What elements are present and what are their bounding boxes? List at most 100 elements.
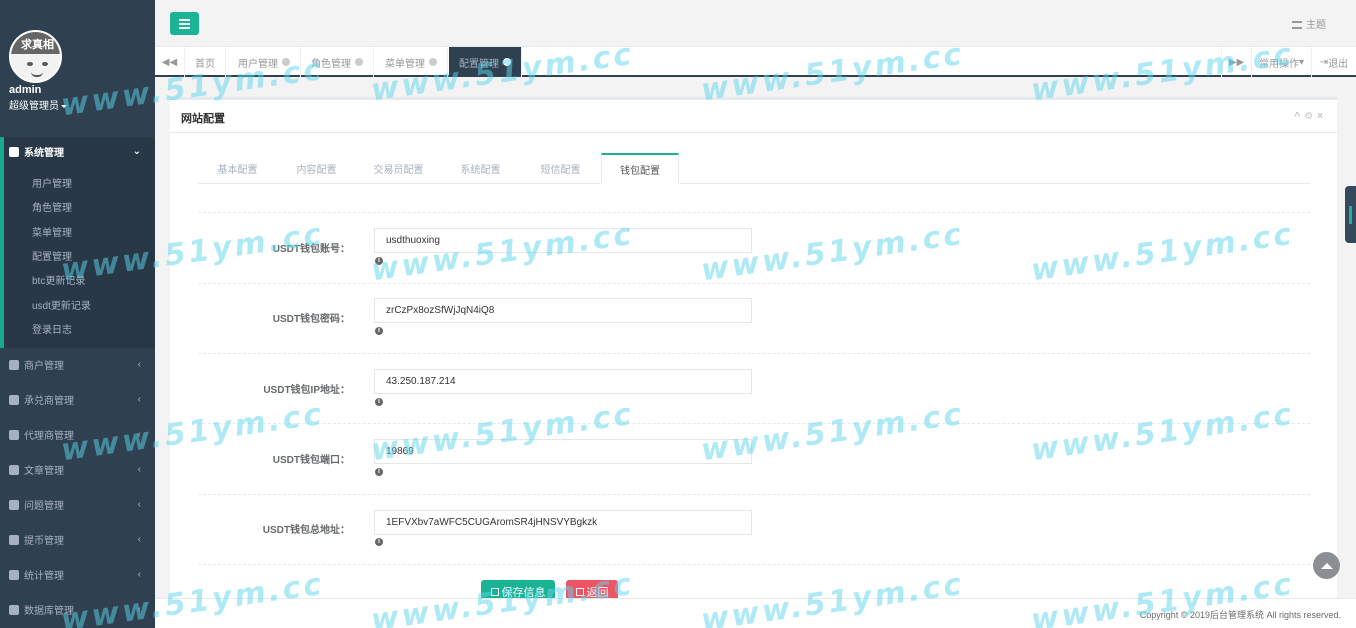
common-ops-label: 常用操作 — [1258, 58, 1299, 70]
tab-system[interactable]: 系统配置 — [441, 153, 520, 184]
username: admin — [9, 84, 42, 96]
save-icon — [490, 588, 499, 596]
field-label-address: USDT钱包总地址： — [262, 525, 350, 536]
logout-button[interactable]: ⇥ 退出 — [1311, 47, 1356, 77]
nav-sub-item-login-log[interactable]: 登录日志 — [32, 321, 72, 336]
nav-label: 数据库管理 — [24, 606, 74, 617]
wrench-icon[interactable]: ⚙ — [1304, 111, 1317, 122]
footer: Copyright © 2019后台管理系统 All rights reserv… — [155, 598, 1356, 628]
page-tabs-bar: ◀◀ 首页 用户管理 角色管理 菜单管理 配置管理 ▶▶ 常用操作 ▾ ⇥ 退出 — [155, 47, 1356, 77]
nav-acceptor[interactable]: 承兑商管理 ‹ — [0, 382, 155, 417]
nav-label: 商户管理 — [24, 361, 64, 372]
config-tabs: 基本配置 内容配置 交易员配置 系统配置 短信配置 钱包配置 — [198, 153, 1310, 184]
nav-agent[interactable]: 代理商管理 ‹ — [0, 417, 155, 452]
tab-sms[interactable]: 短信配置 — [520, 153, 601, 184]
tab-label: 角色管理 — [311, 58, 351, 70]
page-tab-user[interactable]: 用户管理 — [228, 47, 301, 77]
chevron-left-icon: ‹ — [137, 429, 141, 440]
nav-sub-item-config[interactable]: 配置管理 — [32, 248, 72, 263]
nav-merchant[interactable]: 商户管理 ‹ — [0, 347, 155, 382]
nav-article[interactable]: 文章管理 ‹ — [0, 452, 155, 487]
divider — [198, 564, 1310, 565]
caret-down-icon: ▾ — [1298, 56, 1305, 68]
chevron-down-icon: ⌄ — [132, 146, 141, 157]
info-icon: i — [375, 538, 383, 546]
chevron-left-icon: ‹ — [137, 604, 141, 615]
chevron-left-icon: ‹ — [137, 534, 141, 545]
panel-tools: ^⚙× — [1294, 111, 1327, 122]
close-icon[interactable]: × — [1317, 111, 1327, 122]
menu-toggle-button[interactable] — [170, 12, 199, 35]
nav-sub-item-usdt[interactable]: usdt更新记录 — [32, 297, 91, 312]
back-icon — [575, 588, 584, 596]
nav-label: 问题管理 — [24, 501, 64, 512]
nav-label: 系统管理 — [24, 148, 64, 159]
divider — [198, 212, 1310, 213]
avatar[interactable]: 求真相 — [9, 30, 62, 83]
tab-label: 菜单管理 — [385, 58, 425, 70]
avatar-mouth — [31, 72, 43, 77]
hamburger-icon — [179, 19, 190, 21]
nav-sub-item-user[interactable]: 用户管理 — [32, 175, 72, 190]
chart-icon — [9, 569, 19, 580]
copyright-text: Copyright © 2019后台管理系统 All rights reserv… — [1139, 610, 1341, 620]
page-tab-home[interactable]: 首页 — [185, 47, 226, 77]
nav-statistics[interactable]: 统计管理 ‹ — [0, 557, 155, 592]
nav-sub-item-menu[interactable]: 菜单管理 — [32, 224, 72, 239]
field-label-account: USDT钱包账号： — [272, 244, 350, 255]
usdt-port-input[interactable]: 19869 — [374, 439, 752, 464]
nav-database[interactable]: 数据库管理 ‹ — [0, 592, 155, 627]
close-icon[interactable] — [355, 58, 363, 66]
close-icon[interactable] — [282, 58, 290, 66]
home-icon — [1320, 562, 1333, 569]
right-side-handle[interactable] — [1345, 186, 1356, 243]
database-icon — [9, 604, 19, 615]
divider — [198, 423, 1310, 424]
field-label-password: USDT钱包密码： — [272, 314, 350, 325]
nav-system-management[interactable]: 系统管理 ⌄ — [0, 134, 155, 169]
divider — [198, 283, 1310, 284]
user-icon — [9, 359, 19, 370]
usdt-address-input[interactable]: 1EFVXbv7aWFC5CUGAromSR4jHNSVYBgkzk — [374, 510, 752, 535]
role-label: 超级管理员 — [9, 101, 59, 112]
scroll-right-button[interactable]: ▶▶ — [1221, 47, 1251, 77]
tab-basic[interactable]: 基本配置 — [198, 153, 277, 184]
page-tab-config[interactable]: 配置管理 — [449, 47, 522, 77]
nav-question[interactable]: 问题管理 ‹ — [0, 487, 155, 522]
tab-wallet[interactable]: 钱包配置 — [601, 153, 679, 184]
field-label-port: USDT钱包端口： — [272, 455, 350, 466]
hamburger-icon — [179, 23, 190, 25]
top-bar: 主题 — [155, 0, 1356, 47]
hamburger-icon — [179, 27, 190, 29]
avatar-eye-left — [27, 62, 33, 66]
page-tab-menu[interactable]: 菜单管理 — [375, 47, 448, 77]
tab-content[interactable]: 内容配置 — [277, 153, 356, 184]
user-icon — [9, 394, 19, 405]
usdt-ip-input[interactable]: 43.250.187.214 — [374, 369, 752, 394]
home-button[interactable] — [1313, 552, 1340, 579]
theme-button[interactable]: 主题 — [1292, 16, 1326, 31]
info-icon: i — [375, 468, 383, 476]
page-tab-role[interactable]: 角色管理 — [301, 47, 374, 77]
nav-withdraw[interactable]: 提币管理 ‹ — [0, 522, 155, 557]
usdt-password-input[interactable]: zrCzPx8ozSfWjJqN4iQ8 — [374, 298, 752, 323]
nav-label: 文章管理 — [24, 466, 64, 477]
close-icon[interactable] — [429, 58, 437, 66]
chevron-left-icon: ‹ — [137, 569, 141, 580]
close-icon[interactable] — [503, 58, 511, 66]
scroll-left-button[interactable]: ◀◀ — [155, 47, 185, 77]
divider — [198, 353, 1310, 354]
comment-icon — [9, 499, 19, 510]
theme-label: 主题 — [1306, 20, 1326, 31]
usdt-account-input[interactable]: usdthuoxing — [374, 228, 752, 253]
tab-trader[interactable]: 交易员配置 — [356, 153, 441, 184]
document-icon — [9, 464, 19, 475]
nav-sub-item-btc[interactable]: btc更新记录 — [32, 272, 85, 287]
collapse-icon[interactable]: ^ — [1294, 111, 1304, 122]
nav-sub-item-role[interactable]: 角色管理 — [32, 199, 72, 214]
role-dropdown[interactable]: 超级管理员 — [9, 97, 67, 112]
common-ops-dropdown[interactable]: 常用操作 ▾ — [1251, 47, 1311, 77]
handle-indicator — [1349, 206, 1352, 224]
tab-label: 用户管理 — [238, 58, 278, 70]
chevron-left-icon: ‹ — [137, 499, 141, 510]
